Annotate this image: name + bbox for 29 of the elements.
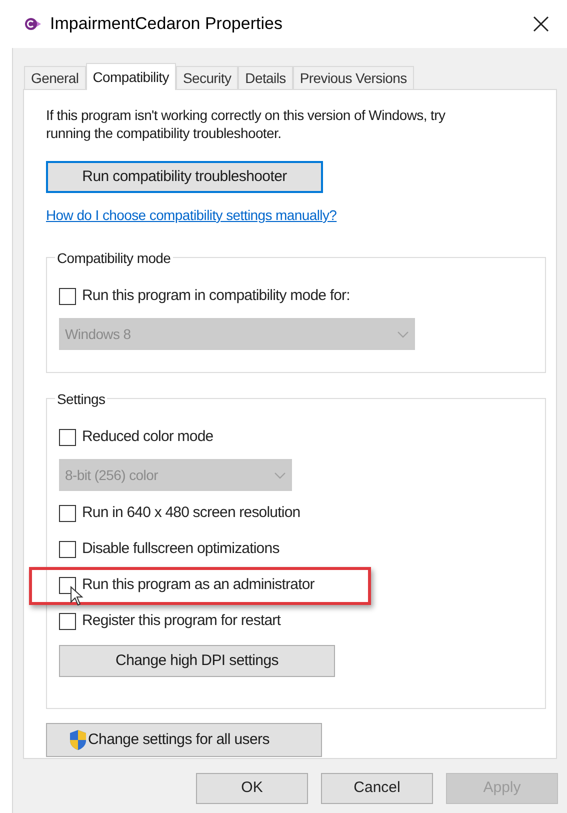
close-icon (533, 16, 549, 32)
checkbox[interactable] (59, 612, 76, 630)
dialog-button[interactable]: OK (196, 773, 308, 804)
dpi-settings-button[interactable]: Change high DPI settings (59, 645, 335, 677)
tab[interactable]: Compatibility (86, 63, 176, 90)
tab[interactable]: Details (238, 66, 293, 89)
checkbox-label: Run this program as an administrator (82, 574, 314, 595)
window-title: ImpairmentCedaron Properties (50, 13, 282, 36)
checkbox[interactable] (59, 540, 76, 558)
checkbox-label: Run this program in compatibility mode for: (82, 286, 350, 306)
chevron-icon (274, 472, 286, 478)
checkbox-label: Register this program for restart (82, 610, 281, 631)
tab[interactable]: Security (176, 66, 238, 89)
tab[interactable]: Previous Versions (292, 66, 414, 89)
intro-text: If this program isn't working correctly on this version of Windows, try running the compatibility troubleshooter. (46, 106, 446, 142)
checkbox-label: Run in 640 x 480 screen resolution (82, 502, 300, 523)
chevron-icon (397, 330, 409, 338)
troubleshooter-button[interactable]: Run compatibility troubleshooter (46, 161, 323, 193)
all-users-button[interactable]: Change settings for all users (46, 723, 322, 757)
tab[interactable]: General (24, 66, 86, 89)
checkbox-label: Reduced color mode (82, 426, 214, 447)
dialog-button[interactable]: Cancel (321, 773, 433, 804)
app-icon (24, 17, 42, 31)
checkbox[interactable] (59, 288, 76, 304)
checkbox[interactable] (59, 504, 76, 522)
checkbox[interactable] (59, 428, 76, 446)
help-link[interactable]: How do I choose compatibility settings manually? (46, 205, 337, 226)
shield-icon (69, 729, 87, 751)
checkbox-label: Disable fullscreen optimizations (82, 538, 280, 559)
